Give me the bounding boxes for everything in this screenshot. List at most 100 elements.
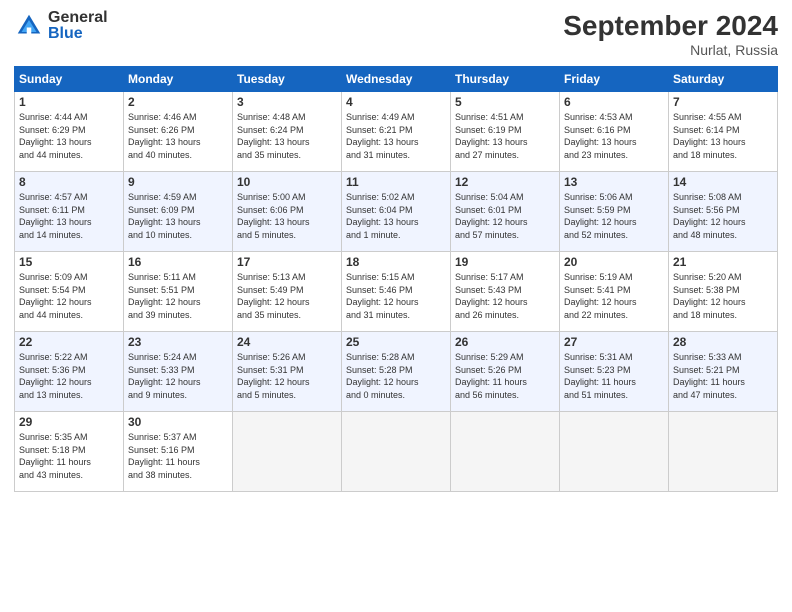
month-title: September 2024	[563, 10, 778, 42]
col-monday: Monday	[124, 67, 233, 92]
cell-detail: Sunrise: 5:09 AMSunset: 5:54 PMDaylight:…	[19, 271, 119, 321]
day-num: 9	[128, 175, 228, 189]
cell-empty-5	[669, 412, 778, 492]
cell-detail: Sunrise: 5:22 AMSunset: 5:36 PMDaylight:…	[19, 351, 119, 401]
cell-sep13: 13 Sunrise: 5:06 AMSunset: 5:59 PMDaylig…	[560, 172, 669, 252]
cell-sep25: 25 Sunrise: 5:28 AMSunset: 5:28 PMDaylig…	[342, 332, 451, 412]
cell-detail: Sunrise: 4:48 AMSunset: 6:24 PMDaylight:…	[237, 111, 337, 161]
day-num: 2	[128, 95, 228, 109]
cell-detail: Sunrise: 5:37 AMSunset: 5:16 PMDaylight:…	[128, 431, 228, 481]
cell-detail: Sunrise: 5:00 AMSunset: 6:06 PMDaylight:…	[237, 191, 337, 241]
cell-sep3: 3 Sunrise: 4:48 AMSunset: 6:24 PMDayligh…	[233, 92, 342, 172]
cell-sep22: 22 Sunrise: 5:22 AMSunset: 5:36 PMDaylig…	[15, 332, 124, 412]
logo-icon	[14, 11, 44, 41]
cell-detail: Sunrise: 5:35 AMSunset: 5:18 PMDaylight:…	[19, 431, 119, 481]
cell-detail: Sunrise: 5:24 AMSunset: 5:33 PMDaylight:…	[128, 351, 228, 401]
cell-detail: Sunrise: 5:20 AMSunset: 5:38 PMDaylight:…	[673, 271, 773, 321]
day-num: 21	[673, 255, 773, 269]
cell-sep27: 27 Sunrise: 5:31 AMSunset: 5:23 PMDaylig…	[560, 332, 669, 412]
day-num: 20	[564, 255, 664, 269]
cell-detail: Sunrise: 5:15 AMSunset: 5:46 PMDaylight:…	[346, 271, 446, 321]
day-num: 16	[128, 255, 228, 269]
cell-sep29: 29 Sunrise: 5:35 AMSunset: 5:18 PMDaylig…	[15, 412, 124, 492]
cell-sep26: 26 Sunrise: 5:29 AMSunset: 5:26 PMDaylig…	[451, 332, 560, 412]
day-num: 13	[564, 175, 664, 189]
day-num: 23	[128, 335, 228, 349]
cell-detail: Sunrise: 5:02 AMSunset: 6:04 PMDaylight:…	[346, 191, 446, 241]
cell-sep4: 4 Sunrise: 4:49 AMSunset: 6:21 PMDayligh…	[342, 92, 451, 172]
col-friday: Friday	[560, 67, 669, 92]
cell-empty-1	[233, 412, 342, 492]
calendar-table: Sunday Monday Tuesday Wednesday Thursday…	[14, 66, 778, 492]
cell-detail: Sunrise: 5:29 AMSunset: 5:26 PMDaylight:…	[455, 351, 555, 401]
week-row-4: 22 Sunrise: 5:22 AMSunset: 5:36 PMDaylig…	[15, 332, 778, 412]
day-num: 24	[237, 335, 337, 349]
day-num: 7	[673, 95, 773, 109]
cell-sep24: 24 Sunrise: 5:26 AMSunset: 5:31 PMDaylig…	[233, 332, 342, 412]
cell-sep10: 10 Sunrise: 5:00 AMSunset: 6:06 PMDaylig…	[233, 172, 342, 252]
day-num: 14	[673, 175, 773, 189]
cell-empty-2	[342, 412, 451, 492]
header-row: Sunday Monday Tuesday Wednesday Thursday…	[15, 67, 778, 92]
day-num: 30	[128, 415, 228, 429]
week-row-5: 29 Sunrise: 5:35 AMSunset: 5:18 PMDaylig…	[15, 412, 778, 492]
cell-sep17: 17 Sunrise: 5:13 AMSunset: 5:49 PMDaylig…	[233, 252, 342, 332]
logo-blue: Blue	[48, 26, 108, 42]
day-num: 3	[237, 95, 337, 109]
cell-sep14: 14 Sunrise: 5:08 AMSunset: 5:56 PMDaylig…	[669, 172, 778, 252]
cell-detail: Sunrise: 4:46 AMSunset: 6:26 PMDaylight:…	[128, 111, 228, 161]
cell-sep28: 28 Sunrise: 5:33 AMSunset: 5:21 PMDaylig…	[669, 332, 778, 412]
day-num: 11	[346, 175, 446, 189]
cell-detail: Sunrise: 5:06 AMSunset: 5:59 PMDaylight:…	[564, 191, 664, 241]
day-num: 15	[19, 255, 119, 269]
day-num: 28	[673, 335, 773, 349]
logo-general: General	[48, 10, 108, 26]
day-num: 18	[346, 255, 446, 269]
week-row-3: 15 Sunrise: 5:09 AMSunset: 5:54 PMDaylig…	[15, 252, 778, 332]
cell-sep8: 8 Sunrise: 4:57 AMSunset: 6:11 PMDayligh…	[15, 172, 124, 252]
title-block: September 2024 Nurlat, Russia	[563, 10, 778, 58]
logo-text: General Blue	[48, 10, 108, 42]
cell-sep20: 20 Sunrise: 5:19 AMSunset: 5:41 PMDaylig…	[560, 252, 669, 332]
cell-empty-3	[451, 412, 560, 492]
week-row-2: 8 Sunrise: 4:57 AMSunset: 6:11 PMDayligh…	[15, 172, 778, 252]
day-num: 29	[19, 415, 119, 429]
cell-detail: Sunrise: 4:59 AMSunset: 6:09 PMDaylight:…	[128, 191, 228, 241]
col-sunday: Sunday	[15, 67, 124, 92]
cell-sep15: 15 Sunrise: 5:09 AMSunset: 5:54 PMDaylig…	[15, 252, 124, 332]
day-num: 22	[19, 335, 119, 349]
cell-sep19: 19 Sunrise: 5:17 AMSunset: 5:43 PMDaylig…	[451, 252, 560, 332]
cell-sep12: 12 Sunrise: 5:04 AMSunset: 6:01 PMDaylig…	[451, 172, 560, 252]
cell-sep9: 9 Sunrise: 4:59 AMSunset: 6:09 PMDayligh…	[124, 172, 233, 252]
day-num: 25	[346, 335, 446, 349]
day-num: 27	[564, 335, 664, 349]
day-num: 17	[237, 255, 337, 269]
cell-detail: Sunrise: 5:28 AMSunset: 5:28 PMDaylight:…	[346, 351, 446, 401]
col-thursday: Thursday	[451, 67, 560, 92]
cell-sep21: 21 Sunrise: 5:20 AMSunset: 5:38 PMDaylig…	[669, 252, 778, 332]
cell-detail: Sunrise: 4:57 AMSunset: 6:11 PMDaylight:…	[19, 191, 119, 241]
cell-detail: Sunrise: 5:08 AMSunset: 5:56 PMDaylight:…	[673, 191, 773, 241]
day-num: 8	[19, 175, 119, 189]
cell-detail: Sunrise: 5:11 AMSunset: 5:51 PMDaylight:…	[128, 271, 228, 321]
col-wednesday: Wednesday	[342, 67, 451, 92]
day-num: 6	[564, 95, 664, 109]
cell-detail: Sunrise: 5:19 AMSunset: 5:41 PMDaylight:…	[564, 271, 664, 321]
cell-sep16: 16 Sunrise: 5:11 AMSunset: 5:51 PMDaylig…	[124, 252, 233, 332]
page: General Blue September 2024 Nurlat, Russ…	[0, 0, 792, 612]
col-tuesday: Tuesday	[233, 67, 342, 92]
cell-detail: Sunrise: 5:31 AMSunset: 5:23 PMDaylight:…	[564, 351, 664, 401]
cell-detail: Sunrise: 4:55 AMSunset: 6:14 PMDaylight:…	[673, 111, 773, 161]
day-num: 10	[237, 175, 337, 189]
cell-sep6: 6 Sunrise: 4:53 AMSunset: 6:16 PMDayligh…	[560, 92, 669, 172]
cell-detail: Sunrise: 4:53 AMSunset: 6:16 PMDaylight:…	[564, 111, 664, 161]
day-num: 26	[455, 335, 555, 349]
day-num: 19	[455, 255, 555, 269]
cell-sep23: 23 Sunrise: 5:24 AMSunset: 5:33 PMDaylig…	[124, 332, 233, 412]
cell-sep11: 11 Sunrise: 5:02 AMSunset: 6:04 PMDaylig…	[342, 172, 451, 252]
cell-detail: Sunrise: 4:51 AMSunset: 6:19 PMDaylight:…	[455, 111, 555, 161]
day-num: 1	[19, 95, 119, 109]
cell-sep18: 18 Sunrise: 5:15 AMSunset: 5:46 PMDaylig…	[342, 252, 451, 332]
cell-sep1: 1 Sunrise: 4:44 AMSunset: 6:29 PMDayligh…	[15, 92, 124, 172]
cell-detail: Sunrise: 5:26 AMSunset: 5:31 PMDaylight:…	[237, 351, 337, 401]
